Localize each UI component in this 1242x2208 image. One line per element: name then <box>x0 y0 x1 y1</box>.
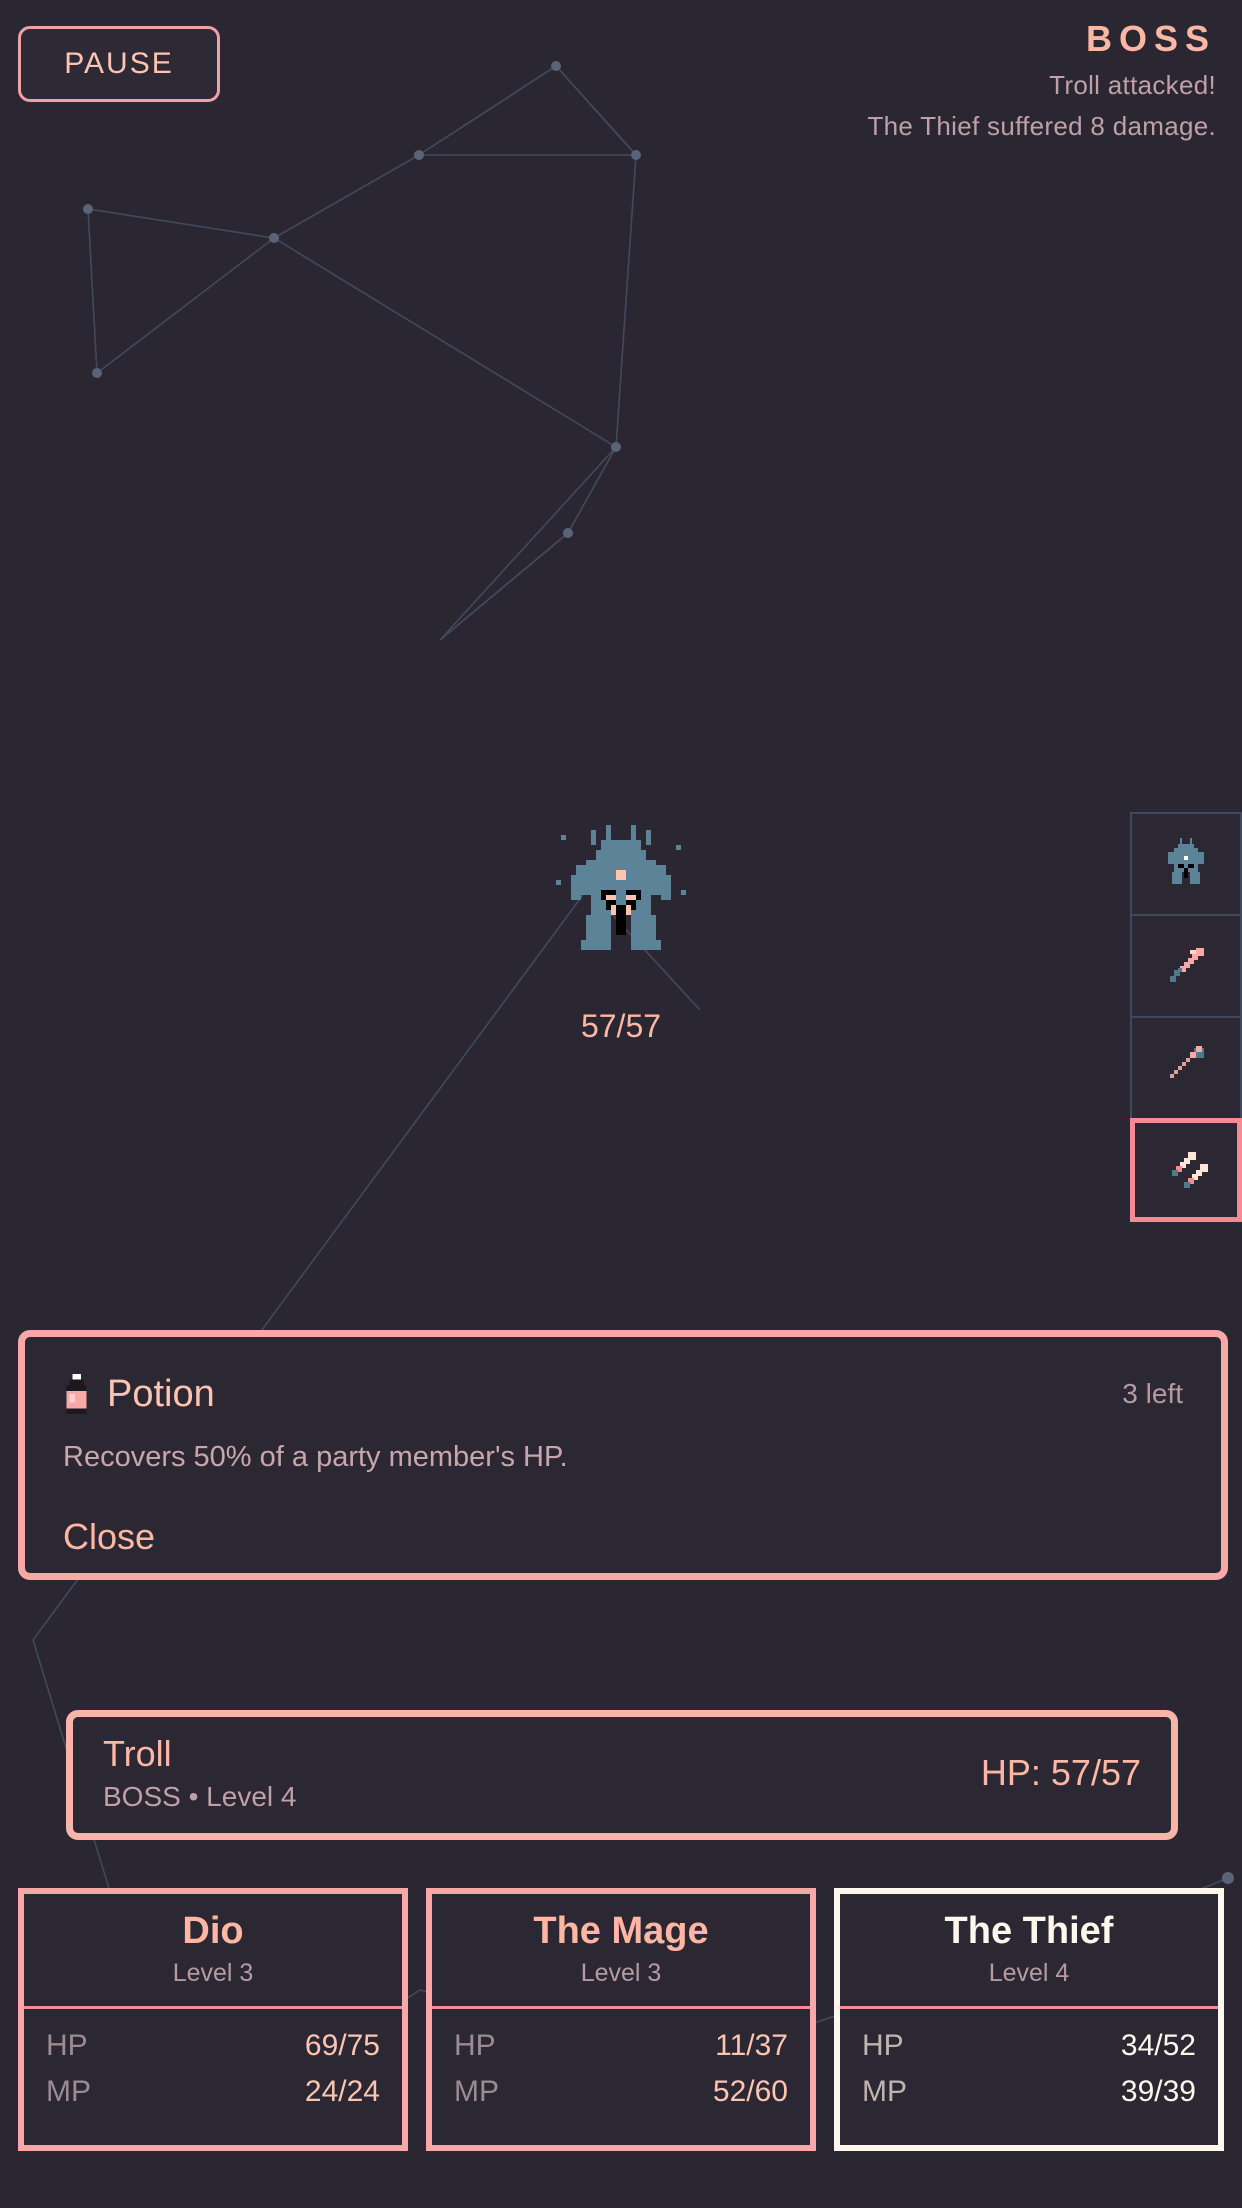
combat-log-line: Troll attacked! <box>1049 70 1216 100</box>
rail-slot-enemy[interactable] <box>1130 812 1242 916</box>
potion-bottle-icon <box>66 1371 87 1415</box>
stat-row-mp: MP 52/60 <box>454 2075 788 2109</box>
stat-label: HP <box>454 2029 496 2062</box>
stat-value: 34/52 <box>1120 2029 1196 2062</box>
action-rail <box>1130 812 1242 1222</box>
rail-slot-sword[interactable] <box>1130 914 1242 1018</box>
stat-row-hp: HP 34/52 <box>862 2029 1196 2063</box>
enemy-info-row: Troll BOSS • Level 4 HP: 57/57 <box>103 1733 1141 1813</box>
boss-header: BOSS Troll attacked! The Thief suffered … <box>867 18 1216 142</box>
stat-label: MP <box>862 2075 907 2108</box>
enemy-subtitle: BOSS • Level 4 <box>103 1781 297 1812</box>
item-name: Potion <box>107 1372 215 1415</box>
pause-button-label: PAUSE <box>64 47 174 80</box>
constellation-background <box>32 61 1234 2145</box>
stat-label: MP <box>46 2075 91 2108</box>
stat-value: 11/37 <box>715 2029 788 2062</box>
combat-log-line: The Thief suffered 8 damage. <box>867 111 1216 141</box>
enemy-sprite-area: 57/57 <box>0 820 1242 1045</box>
party-member-name: Dio <box>182 1910 244 1952</box>
enemy-hp-text: 57/57 <box>580 1008 662 1044</box>
item-dialog-header: Potion 3 left <box>63 1371 1183 1417</box>
party-member-name: The Mage <box>533 1910 709 1952</box>
party-member-level: Level 3 <box>172 1959 254 1987</box>
party-card-the-thief[interactable]: The Thief Level 4 HP 34/52 MP 39/39 <box>834 1888 1224 2151</box>
troll-enemy-icon <box>1168 838 1204 884</box>
enemy-info-panel[interactable]: Troll BOSS • Level 4 HP: 57/57 <box>66 1710 1178 1840</box>
enemy-info-left: Troll BOSS • Level 4 <box>103 1733 296 1813</box>
enemy-info-hp: HP: 57/57 <box>980 1752 1141 1793</box>
item-count: 3 left <box>1122 1378 1183 1409</box>
stat-value: 69/75 <box>304 2029 380 2062</box>
sword-icon <box>1170 948 1204 982</box>
stat-value: 39/39 <box>1120 2075 1196 2108</box>
party-card-dio[interactable]: Dio Level 3 HP 69/75 MP 24/24 <box>18 1888 408 2151</box>
party-card-header: The Thief Level 4 <box>840 1894 1218 2006</box>
party-panel: Dio Level 3 HP 69/75 MP 24/24 The Mage L… <box>18 1888 1224 2151</box>
party-member-stats: HP 69/75 MP 24/24 <box>24 2006 402 2145</box>
item-identity: Potion <box>63 1371 215 1417</box>
stat-value: 24/24 <box>304 2075 380 2108</box>
party-member-level: Level 3 <box>580 1959 662 1987</box>
item-description: Recovers 50% of a party member's HP. <box>63 1441 568 1473</box>
party-card-header: Dio Level 3 <box>24 1894 402 2006</box>
enemy-name: Troll <box>103 1733 172 1774</box>
party-card-header: The Mage Level 3 <box>432 1894 810 2006</box>
daggers-icon <box>1172 1152 1208 1188</box>
rail-slot-daggers[interactable] <box>1130 1118 1242 1222</box>
stat-row-hp: HP 69/75 <box>46 2029 380 2063</box>
item-dialog: Potion 3 left Recovers 50% of a party me… <box>18 1330 1228 1580</box>
boss-title: BOSS <box>1085 18 1216 59</box>
stat-row-mp: MP 39/39 <box>862 2075 1196 2109</box>
rail-slot-staff[interactable] <box>1130 1016 1242 1120</box>
staff-icon <box>1170 1046 1204 1078</box>
party-card-the-mage[interactable]: The Mage Level 3 HP 11/37 MP 52/60 <box>426 1888 816 2151</box>
stat-label: HP <box>46 2029 88 2062</box>
troll-sprite[interactable] <box>546 820 696 970</box>
battle-screen: PAUSE BOSS Troll attacked! The Thief suf… <box>0 0 1242 2208</box>
party-member-level: Level 4 <box>988 1959 1070 1987</box>
item-close-button[interactable]: Close <box>63 1516 155 1558</box>
stat-label: HP <box>862 2029 904 2062</box>
pause-button[interactable]: PAUSE <box>18 26 220 102</box>
party-member-stats: HP 34/52 MP 39/39 <box>840 2006 1218 2145</box>
party-member-name: The Thief <box>944 1910 1114 1952</box>
stat-label: MP <box>454 2075 499 2108</box>
stat-row-mp: MP 24/24 <box>46 2075 380 2109</box>
stat-row-hp: HP 11/37 <box>454 2029 788 2063</box>
party-member-stats: HP 11/37 MP 52/60 <box>432 2006 810 2145</box>
stat-value: 52/60 <box>712 2075 788 2108</box>
